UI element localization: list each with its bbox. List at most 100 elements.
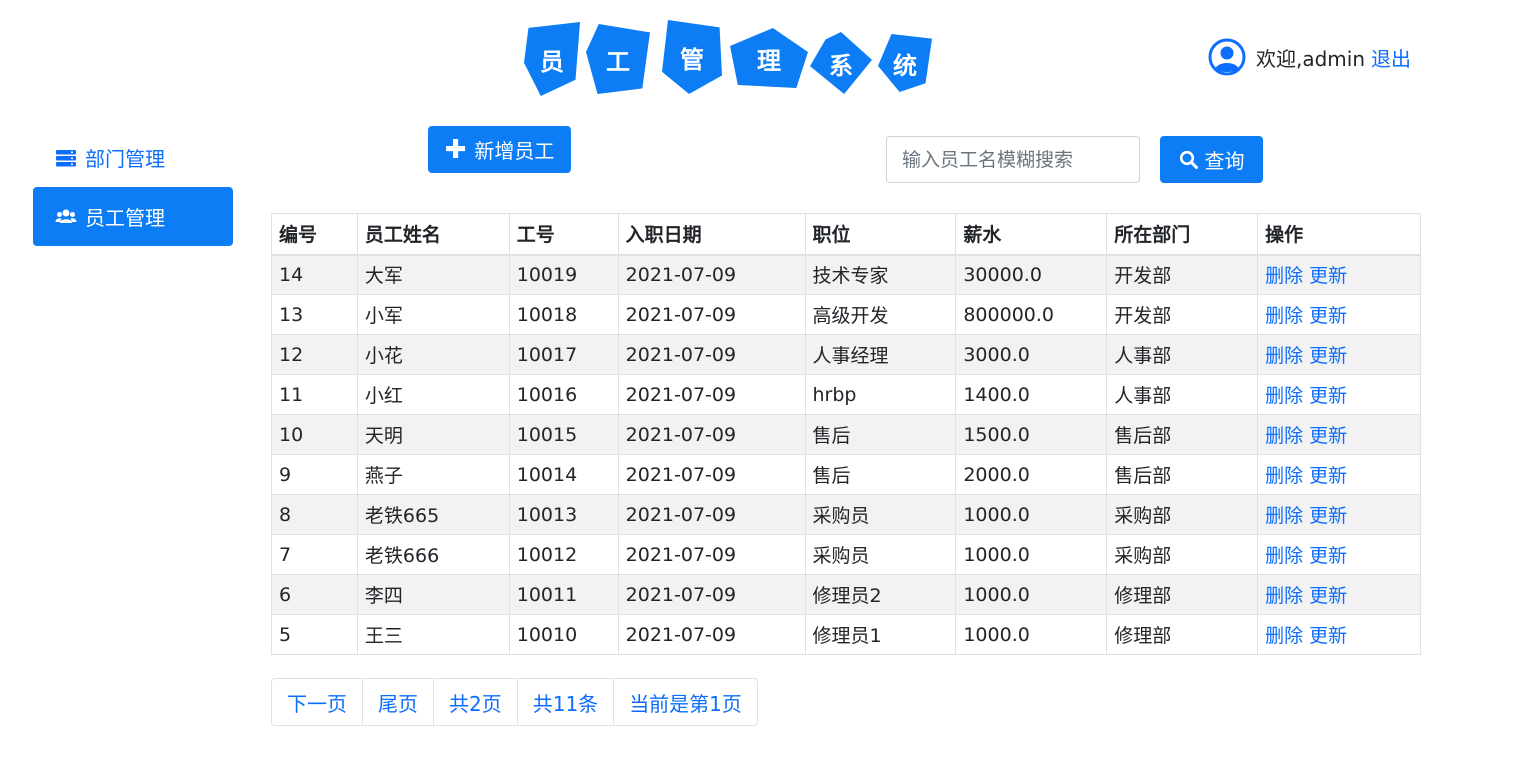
table-cell: 天明 — [356, 414, 510, 455]
delete-link[interactable]: 删除 — [1265, 345, 1303, 367]
actions-cell: 删除 更新 — [1257, 294, 1421, 335]
delete-link[interactable]: 删除 — [1265, 465, 1303, 487]
column-header: 入职日期 — [617, 213, 806, 256]
logo-char: 系 — [810, 32, 872, 94]
table-cell: 800000.0 — [955, 294, 1108, 335]
update-link[interactable]: 更新 — [1309, 625, 1347, 647]
table-body: 14 大军 10019 2021-07-09 技术专家 30000.0 开发部 删除 更新 13… — [271, 254, 1421, 655]
table-row: 11 小红 10016 2021-07-09 hrbp 1400.0 人事部 删除 更新 — [271, 374, 1421, 415]
logout-link[interactable]: 退出 — [1371, 43, 1411, 72]
table-cell: 高级开发 — [804, 294, 957, 335]
logo-char: 工 — [586, 24, 650, 94]
table-cell: 2021-07-09 — [617, 414, 806, 455]
add-employee-button[interactable]: ✚ 新增员工 — [428, 126, 571, 173]
table-cell: 售后部 — [1106, 414, 1259, 455]
table-cell: 10018 — [508, 294, 619, 335]
table-cell: 30000.0 — [955, 254, 1108, 295]
table-cell: 小花 — [356, 334, 510, 375]
table-cell: 售后 — [804, 454, 957, 495]
table-cell: 6 — [271, 574, 358, 615]
table-cell: 修理部 — [1106, 574, 1259, 615]
table-cell: hrbp — [804, 374, 957, 415]
table-cell: 王三 — [356, 614, 510, 655]
table-cell: 10 — [271, 414, 358, 455]
delete-link[interactable]: 删除 — [1265, 505, 1303, 527]
logo-char: 理 — [730, 28, 808, 88]
users-icon — [55, 209, 77, 223]
table-row: 13 小军 10018 2021-07-09 高级开发 800000.0 开发部 删除 更新 — [271, 294, 1421, 335]
delete-link[interactable]: 删除 — [1265, 545, 1303, 567]
table-cell: 1000.0 — [955, 534, 1108, 575]
table-cell: 人事部 — [1106, 334, 1259, 375]
table-cell: 10010 — [508, 614, 619, 655]
sidebar-item-departments[interactable]: 部门管理 — [33, 128, 233, 187]
next-page-link[interactable]: 下一页 — [272, 679, 363, 725]
table-cell: 12 — [271, 334, 358, 375]
search-label: 查询 — [1204, 149, 1245, 173]
update-link[interactable]: 更新 — [1309, 545, 1347, 567]
table-row: 14 大军 10019 2021-07-09 技术专家 30000.0 开发部 删除 更新 — [271, 254, 1421, 295]
update-link[interactable]: 更新 — [1309, 505, 1347, 527]
table-row: 9 燕子 10014 2021-07-09 售后 2000.0 售后部 删除 更新 — [271, 454, 1421, 495]
table-cell: 11 — [271, 374, 358, 415]
table-cell: 9 — [271, 454, 358, 495]
table-cell: 1500.0 — [955, 414, 1108, 455]
last-page-link[interactable]: 尾页 — [363, 679, 434, 725]
table-cell: 10017 — [508, 334, 619, 375]
table-row: 8 老铁665 10013 2021-07-09 采购员 1000.0 采购部 删除 更新 — [271, 494, 1421, 535]
table-cell: 7 — [271, 534, 358, 575]
current-page: 当前是第1页 — [629, 691, 742, 716]
table-row: 7 老铁666 10012 2021-07-09 采购员 1000.0 采购部 删除 更新 — [271, 534, 1421, 575]
update-link[interactable]: 更新 — [1309, 465, 1347, 487]
actions-cell: 删除 更新 — [1257, 614, 1421, 655]
table-cell: 14 — [271, 254, 358, 295]
delete-link[interactable]: 删除 — [1265, 265, 1303, 287]
update-link[interactable]: 更新 — [1309, 305, 1347, 327]
actions-cell: 删除 更新 — [1257, 494, 1421, 535]
update-link[interactable]: 更新 — [1309, 425, 1347, 447]
table-cell: 2021-07-09 — [617, 454, 806, 495]
sidebar-item-label: 员工管理 — [85, 206, 165, 230]
search-button[interactable]: 查询 — [1160, 136, 1263, 183]
table-cell: 修理员2 — [804, 574, 957, 615]
sidebar-item-employees[interactable]: 员工管理 — [33, 187, 233, 246]
user-area: 欢迎,admin 退出 — [1208, 37, 1411, 77]
table-cell: 采购员 — [804, 494, 957, 535]
welcome-text: 欢迎,admin — [1256, 46, 1366, 71]
search-input[interactable] — [886, 136, 1140, 183]
table-cell: 小军 — [356, 294, 510, 335]
actions-cell: 删除 更新 — [1257, 574, 1421, 615]
update-link[interactable]: 更新 — [1309, 585, 1347, 607]
delete-link[interactable]: 删除 — [1265, 585, 1303, 607]
table-cell: 2021-07-09 — [617, 254, 806, 295]
table-cell: 2021-07-09 — [617, 334, 806, 375]
page: 员 工 管 理 系 统 欢迎,admin 退出 部门管理 员工管理 ✚ 新增员工… — [0, 0, 1516, 763]
table-cell: 5 — [271, 614, 358, 655]
update-link[interactable]: 更新 — [1309, 345, 1347, 367]
add-employee-label: 新增员工 — [474, 139, 555, 163]
table-cell: 售后部 — [1106, 454, 1259, 495]
delete-link[interactable]: 删除 — [1265, 385, 1303, 407]
table-cell: 老铁666 — [356, 534, 510, 575]
table-cell: 2021-07-09 — [617, 534, 806, 575]
table-cell: 2000.0 — [955, 454, 1108, 495]
table-cell: 3000.0 — [955, 334, 1108, 375]
delete-link[interactable]: 删除 — [1265, 625, 1303, 647]
table-cell: 大军 — [356, 254, 510, 295]
table-cell: 10015 — [508, 414, 619, 455]
table-cell: 人事部 — [1106, 374, 1259, 415]
update-link[interactable]: 更新 — [1309, 385, 1347, 407]
delete-link[interactable]: 删除 — [1265, 425, 1303, 447]
table-cell: 1000.0 — [955, 494, 1108, 535]
update-link[interactable]: 更新 — [1309, 265, 1347, 287]
search-icon — [1179, 150, 1198, 169]
table-cell: 老铁665 — [356, 494, 510, 535]
table-cell: 1000.0 — [955, 614, 1108, 655]
actions-cell: 删除 更新 — [1257, 534, 1421, 575]
delete-link[interactable]: 删除 — [1265, 305, 1303, 327]
total-records: 共11条 — [518, 679, 615, 725]
actions-cell: 删除 更新 — [1257, 254, 1421, 295]
table-cell: 10014 — [508, 454, 619, 495]
actions-cell: 删除 更新 — [1257, 454, 1421, 495]
table-cell: 售后 — [804, 414, 957, 455]
